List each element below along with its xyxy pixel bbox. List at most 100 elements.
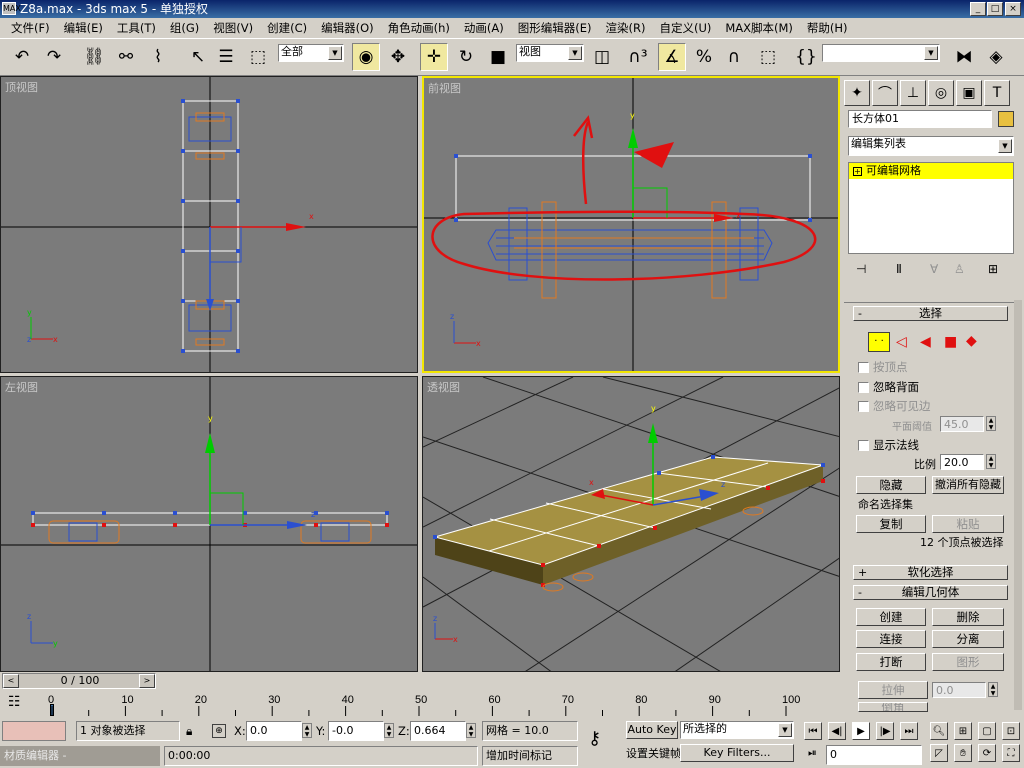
hierarchy-tab-icon[interactable]: ⊥ bbox=[900, 80, 926, 106]
maxscript-listener[interactable] bbox=[2, 721, 66, 741]
zoom-all-icon[interactable]: ⊞ bbox=[954, 722, 972, 740]
key-mode-dropdown[interactable]: 所选择的 ▼ bbox=[680, 721, 794, 739]
select-object-icon[interactable]: ↖ bbox=[184, 43, 212, 71]
rollout-soft-selection[interactable]: + 软化选择 bbox=[853, 565, 1008, 580]
track-bar[interactable]: ☷ 0 10 20 30 40 50 60 70 80 90 100 bbox=[0, 690, 842, 718]
remove-modifier-icon[interactable]: ♙ bbox=[954, 262, 965, 276]
delete-button[interactable]: 删除 bbox=[932, 608, 1004, 626]
app-icon[interactable]: MAX bbox=[2, 2, 21, 15]
menu-item-2[interactable]: 工具(T) bbox=[110, 20, 163, 36]
select-move-pivot-icon[interactable]: ✥ bbox=[384, 43, 412, 71]
window-crossing-icon[interactable]: ◉ bbox=[352, 43, 380, 71]
go-to-end-icon[interactable]: ⏭ bbox=[900, 722, 918, 740]
display-tab-icon[interactable]: ▣ bbox=[956, 80, 982, 106]
object-name-field[interactable]: 长方体01 bbox=[848, 110, 992, 128]
next-frame-icon[interactable]: |▶ bbox=[876, 722, 894, 740]
element-mode-icon[interactable]: ◆ bbox=[966, 333, 977, 349]
bind-space-warp-icon[interactable]: ⌇ bbox=[144, 43, 172, 71]
y-coordinate-field[interactable]: -0.0 bbox=[328, 721, 384, 741]
pan-icon[interactable]: ✋︎ bbox=[954, 744, 972, 762]
show-normals-checkbox[interactable] bbox=[858, 440, 869, 451]
viewport-left[interactable]: 左视图 y z zy bbox=[0, 376, 418, 672]
unlink-icon[interactable]: ⚯ bbox=[112, 43, 140, 71]
extrude-button[interactable]: 拉伸 bbox=[858, 681, 928, 699]
edge-mode-icon[interactable]: ◁ bbox=[896, 334, 907, 350]
break-button[interactable]: 打断 bbox=[856, 653, 926, 671]
object-color-swatch[interactable] bbox=[998, 111, 1014, 127]
menu-item-1[interactable]: 编辑(E) bbox=[57, 20, 110, 36]
motion-tab-icon[interactable]: ◎ bbox=[928, 80, 954, 106]
menu-item-11[interactable]: 自定义(U) bbox=[652, 20, 718, 36]
by-vertex-checkbox[interactable] bbox=[858, 362, 869, 373]
polygon-mode-icon[interactable]: ■ bbox=[944, 334, 957, 350]
ignore-visible-edges-option[interactable]: 忽略可见边 bbox=[858, 398, 931, 414]
z-spinner[interactable]: ▲ ▼ bbox=[466, 723, 476, 738]
add-time-tag[interactable]: 增加时间标记 bbox=[482, 746, 578, 766]
ignore-backfacing-checkbox[interactable] bbox=[858, 382, 869, 393]
absolute-mode-icon[interactable]: ⊕ bbox=[212, 724, 226, 738]
chamfer-button[interactable]: 图形 bbox=[932, 653, 1004, 671]
expand-icon[interactable]: + bbox=[853, 167, 862, 176]
extrude-spinner[interactable]: ▲ ▼ bbox=[988, 682, 998, 697]
scale-field[interactable]: 20.0 bbox=[940, 454, 984, 470]
menu-item-9[interactable]: 图形编辑器(E) bbox=[511, 20, 599, 36]
align-icon[interactable]: ◈ bbox=[982, 43, 1010, 71]
maximize-button[interactable]: □ bbox=[987, 2, 1003, 16]
select-and-move-icon[interactable]: ✛ bbox=[420, 43, 448, 71]
reference-coord-dropdown[interactable]: 视图 ▼ bbox=[516, 44, 584, 62]
select-and-link-icon[interactable]: ⛓ bbox=[80, 43, 108, 71]
minimize-button[interactable]: _ bbox=[970, 2, 986, 16]
modify-tab-icon[interactable]: ⌒ bbox=[872, 80, 898, 106]
key-mode-toggle-icon[interactable]: ⏯ bbox=[808, 746, 817, 760]
zoom-extents-all-icon[interactable]: ⊡ bbox=[1002, 722, 1020, 740]
command-panel-scrollbar[interactable] bbox=[1014, 300, 1022, 710]
abc-icon[interactable]: {} bbox=[792, 43, 820, 71]
field-of-view-icon[interactable]: ◸ bbox=[930, 744, 948, 762]
hide-button[interactable]: 隐藏 bbox=[856, 476, 926, 494]
copy-button[interactable]: 复制 bbox=[856, 515, 926, 533]
menu-item-6[interactable]: 编辑器(O) bbox=[314, 20, 381, 36]
z-coordinate-field[interactable]: 0.664 bbox=[410, 721, 466, 741]
select-and-rotate-icon[interactable]: ↻ bbox=[452, 43, 480, 71]
vertex-mode-icon[interactable]: · · bbox=[868, 332, 890, 352]
go-to-start-icon[interactable]: ⏮ bbox=[804, 722, 822, 740]
angle-snap-icon[interactable]: ∡ bbox=[658, 43, 686, 71]
auto-key-button[interactable]: Auto Key bbox=[626, 721, 678, 739]
planar-threshold-spinner[interactable]: ▲ ▼ bbox=[986, 416, 996, 431]
rect-region-icon[interactable]: ⬚ bbox=[244, 43, 272, 71]
key-icon[interactable]: ⚷ bbox=[588, 728, 601, 749]
previous-frame-icon[interactable]: ◀| bbox=[828, 722, 846, 740]
ignore-backfacing-option[interactable]: 忽略背面 bbox=[858, 379, 919, 395]
maximize-viewport-icon[interactable]: ⛶ bbox=[1002, 744, 1020, 762]
viewport-perspective[interactable]: 透视图 y x z zx bbox=[422, 376, 840, 672]
menu-item-0[interactable]: 文件(F) bbox=[4, 20, 57, 36]
by-vertex-option[interactable]: 按顶点 bbox=[858, 359, 908, 375]
viewport-front[interactable]: 前视图 y x zx bbox=[422, 76, 840, 373]
make-unique-icon[interactable]: ∀ bbox=[930, 262, 938, 276]
modifier-list-dropdown[interactable]: 编辑集列表 ▼ bbox=[848, 136, 1014, 156]
selection-filter-dropdown[interactable]: 全部 ▼ bbox=[278, 44, 344, 62]
x-spinner[interactable]: ▲ ▼ bbox=[302, 723, 312, 738]
zoom-icon[interactable]: 🔍︎ bbox=[930, 722, 948, 740]
show-end-result-icon[interactable]: Ⅱ bbox=[896, 262, 902, 276]
mirror-icon[interactable]: ⧓ bbox=[950, 43, 978, 71]
current-frame-field[interactable]: 0 bbox=[826, 745, 922, 765]
zoom-extents-icon[interactable]: ▢ bbox=[978, 722, 996, 740]
bevel-button[interactable]: 倒角 bbox=[858, 702, 928, 712]
menu-item-7[interactable]: 角色动画(h) bbox=[381, 20, 457, 36]
redo-icon[interactable]: ↷ bbox=[40, 43, 68, 71]
rollout-selection[interactable]: - 选择 bbox=[853, 306, 1008, 321]
x-coordinate-field[interactable]: 0.0 bbox=[246, 721, 302, 741]
create-tab-icon[interactable]: ✦ bbox=[844, 80, 870, 106]
detach-button[interactable]: 分离 bbox=[932, 630, 1004, 648]
show-normals-option[interactable]: 显示法线 bbox=[858, 437, 919, 453]
extrude-field[interactable]: 0.0 bbox=[932, 682, 986, 698]
menu-item-13[interactable]: 帮助(H) bbox=[800, 20, 855, 36]
select-and-scale-icon[interactable]: ■ bbox=[484, 43, 512, 71]
planar-threshold-field[interactable]: 45.0 bbox=[940, 416, 984, 432]
set-key-label[interactable]: 设置关键帧 bbox=[626, 745, 681, 761]
material-editor-taskbar[interactable]: 材质编辑器 - bbox=[0, 746, 160, 766]
snap-3d-icon[interactable]: ∩³ bbox=[624, 43, 652, 71]
close-button[interactable]: × bbox=[1005, 2, 1021, 16]
configure-sets-icon[interactable]: ⊞ bbox=[988, 262, 998, 276]
